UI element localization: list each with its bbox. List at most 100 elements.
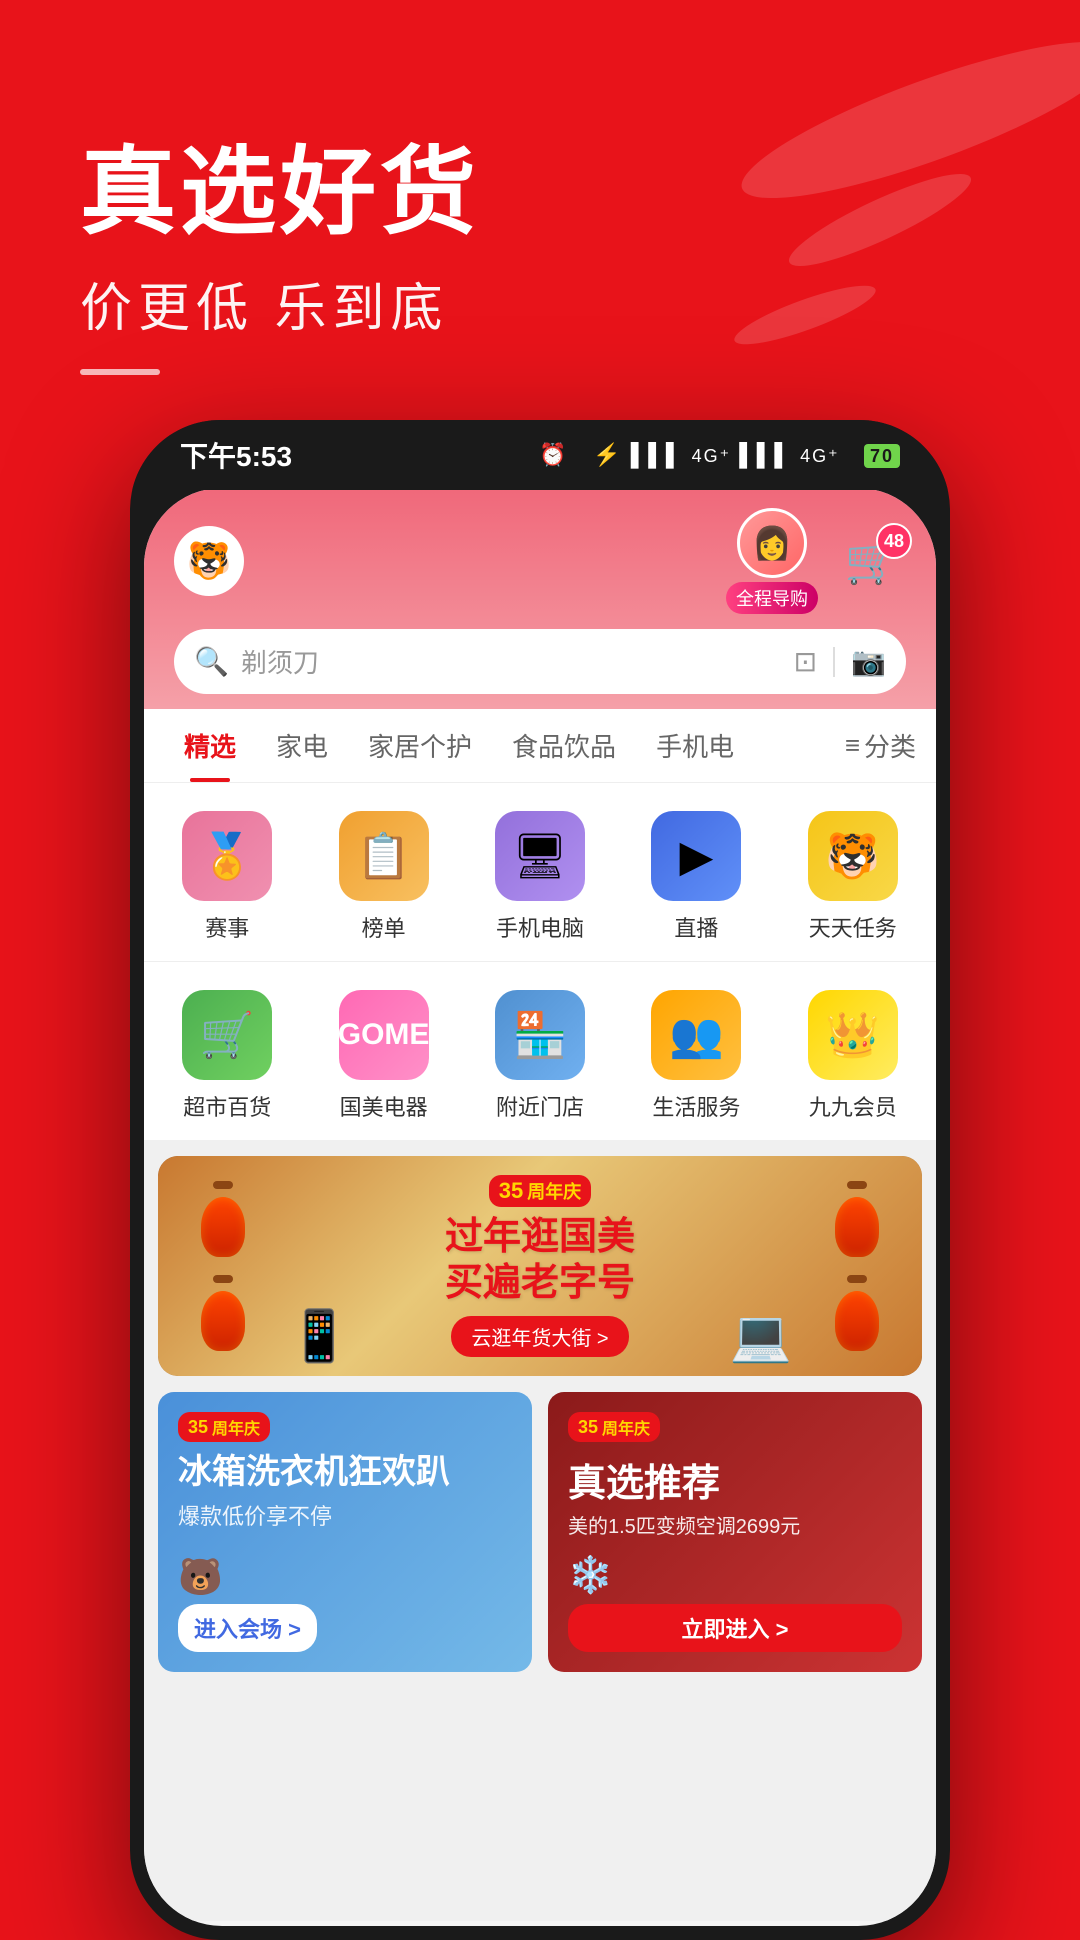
- header-top: 🐯 👩 全程导购 🛒: [174, 508, 906, 614]
- shortcut-item-daily-task[interactable]: 🐯 天天任务: [780, 803, 926, 951]
- app-header: 🐯 👩 全程导购 🛒: [144, 488, 936, 709]
- shortcut-item-gome[interactable]: GOME 国美电器: [310, 982, 456, 1130]
- product-cards-row: 35 周年庆 冰箱洗衣机狂欢趴 爆款低价享不停 🐻 进入会场 >: [144, 1392, 936, 1686]
- nearby-store-icon: 🏪: [513, 1009, 568, 1061]
- card-left-tag: 35 周年庆: [178, 1412, 270, 1442]
- status-icons: ⏰ ⚡ ▌▌▌ 4G⁺ ▌▌▌ 4G⁺ 70: [539, 442, 900, 468]
- life-service-label: 生活服务: [652, 1090, 740, 1122]
- banner-anniversary-tag: 35 周年庆: [489, 1175, 591, 1207]
- gome-label: 国美电器: [340, 1090, 428, 1122]
- app-logo: 🐯: [174, 526, 244, 596]
- menu-icon: ≡: [845, 730, 860, 761]
- product-card-recommended[interactable]: 35 周年庆 真选推荐 美的1.5匹变频空调2699元 ❄️ 立即进入 >: [548, 1392, 922, 1672]
- shortcut-item-life-service[interactable]: 👥 生活服务: [623, 982, 769, 1130]
- shortcut-item-contest[interactable]: 🏅 赛事: [154, 803, 300, 951]
- battery-indicator: 70: [864, 444, 900, 468]
- card-right-btn[interactable]: 立即进入 >: [568, 1604, 902, 1652]
- network-label-2: 4G⁺: [800, 446, 840, 466]
- logo-mascot: 🐯: [187, 540, 232, 582]
- card-right-content: 35 周年庆 真选推荐 美的1.5匹变频空调2699元 ❄️ 立即进入 >: [548, 1392, 922, 1672]
- daily-task-label: 天天任务: [809, 911, 897, 943]
- hero-title: 真选好货: [80, 140, 480, 246]
- lantern-right-2: [835, 1291, 879, 1351]
- header-actions: 👩 全程导购 🛒 48: [726, 508, 906, 614]
- shortcut-grid-row1: 🏅 赛事 📋 榜单 🖥 手机电脑: [144, 783, 936, 961]
- camera-search-icon[interactable]: 📷: [851, 645, 886, 678]
- shortcut-item-live[interactable]: ▶ 直播: [623, 803, 769, 951]
- hero-divider: [80, 369, 160, 375]
- guide-label: 全程导购: [726, 582, 818, 614]
- banner-right-decor: [792, 1156, 922, 1376]
- vip-member-label: 九九会员: [809, 1090, 897, 1122]
- vip-member-icon: 👑: [825, 1009, 880, 1061]
- alarm-icon: ⏰: [539, 442, 568, 467]
- search-actions: ⊡ 📷: [794, 645, 886, 678]
- qr-scan-icon[interactable]: ⊡: [794, 645, 817, 678]
- ranking-label: 榜单: [362, 911, 406, 943]
- card-left-content: 35 周年庆 冰箱洗衣机狂欢趴 爆款低价享不停 🐻 进入会场 >: [158, 1392, 532, 1672]
- banner-left-decor: [158, 1156, 288, 1376]
- shortcut-item-supermarket[interactable]: 🛒 超市百货: [154, 982, 300, 1130]
- banner-content: 35 周年庆 过年逛国美 买遍老字号 云逛年货大街 >: [445, 1175, 635, 1357]
- live-label: 直播: [674, 911, 718, 943]
- shortcut-item-nearby-store[interactable]: 🏪 附近门店: [467, 982, 613, 1130]
- ranking-icon-bg: 📋: [339, 811, 429, 901]
- ranking-icon: 📋: [356, 830, 411, 882]
- bluetooth-icon: ⚡: [593, 442, 622, 467]
- tab-appliance[interactable]: 家电: [256, 709, 348, 782]
- shortcut-item-ranking[interactable]: 📋 榜单: [310, 803, 456, 951]
- decoration-streak-3: [729, 275, 880, 354]
- card-left-mascot: 🐻: [178, 1556, 512, 1598]
- card-left-subtitle: 爆款低价享不停: [178, 1499, 512, 1531]
- main-banner[interactable]: 35 周年庆 过年逛国美 买遍老字号 云逛年货大街 > 📱 💻: [158, 1156, 922, 1376]
- search-divider: [833, 647, 835, 677]
- card-right-top: 35 周年庆 真选推荐 美的1.5匹变频空调2699元: [568, 1412, 902, 1541]
- phone-mockup: 下午5:53 ⏰ ⚡ ▌▌▌ 4G⁺ ▌▌▌ 4G⁺ 70 🐯: [130, 420, 950, 1940]
- live-icon: ▶: [679, 831, 713, 882]
- banner-title-line2: 买遍老字号: [445, 1261, 635, 1307]
- banner-cta-button[interactable]: 云逛年货大街 >: [451, 1316, 628, 1357]
- guide-person-icon: 👩: [752, 524, 792, 562]
- card-right-product-image: ❄️: [568, 1554, 902, 1596]
- contest-label: 赛事: [205, 911, 249, 943]
- search-icon: 🔍: [194, 645, 229, 678]
- lantern-rope-2: [213, 1275, 233, 1283]
- shortcut-item-phone-pc[interactable]: 🖥 手机电脑: [467, 803, 613, 951]
- banner-phone-image: 📱: [288, 1307, 350, 1366]
- cart-button[interactable]: 🛒 48: [838, 527, 906, 595]
- phone-screen: 🐯 👩 全程导购 🛒: [144, 488, 936, 1926]
- tab-featured[interactable]: 精选: [164, 709, 256, 782]
- supermarket-label: 超市百货: [183, 1090, 271, 1122]
- tab-phone[interactable]: 手机电: [636, 709, 754, 782]
- tab-food[interactable]: 食品饮品: [492, 709, 636, 782]
- signal-icon-1: ▌▌▌: [631, 442, 684, 467]
- tab-home-care[interactable]: 家居个护: [348, 709, 492, 782]
- shortcut-grid-row2: 🛒 超市百货 GOME 国美电器 🏪 附近门店: [144, 961, 936, 1140]
- nav-more-label: 分类: [864, 727, 916, 764]
- scrollable-content[interactable]: 🏅 赛事 📋 榜单 🖥 手机电脑: [144, 783, 936, 1921]
- guide-button[interactable]: 👩 全程导购: [726, 508, 818, 614]
- phone-frame: 下午5:53 ⏰ ⚡ ▌▌▌ 4G⁺ ▌▌▌ 4G⁺ 70 🐯: [130, 420, 950, 1940]
- hero-subtitle: 价更低 乐到底: [80, 266, 480, 341]
- lantern-left-1: [201, 1197, 245, 1257]
- vip-member-icon-bg: 👑: [808, 990, 898, 1080]
- nav-more-button[interactable]: ≡ 分类: [845, 727, 916, 764]
- life-service-icon: 👥: [669, 1009, 724, 1061]
- network-label-1: 4G⁺: [692, 446, 732, 466]
- search-placeholder: 剃须刀: [241, 643, 782, 680]
- search-bar[interactable]: 🔍 剃须刀 ⊡ 📷: [174, 629, 906, 694]
- hero-section: 真选好货 价更低 乐到底: [80, 140, 480, 375]
- supermarket-icon-bg: 🛒: [182, 990, 272, 1080]
- lantern-rope-r2: [847, 1275, 867, 1283]
- nearby-store-label: 附近门店: [496, 1090, 584, 1122]
- live-icon-bg: ▶: [651, 811, 741, 901]
- lantern-right-1: [835, 1197, 879, 1257]
- lantern-rope-1: [213, 1181, 233, 1189]
- product-card-fridge-washer[interactable]: 35 周年庆 冰箱洗衣机狂欢趴 爆款低价享不停 🐻 进入会场 >: [158, 1392, 532, 1672]
- card-left-btn[interactable]: 进入会场 >: [178, 1604, 317, 1652]
- shortcut-item-vip-member[interactable]: 👑 九九会员: [780, 982, 926, 1130]
- contest-icon-bg: 🏅: [182, 811, 272, 901]
- guide-avatar: 👩: [737, 508, 807, 578]
- status-time: 下午5:53: [180, 435, 292, 475]
- phone-pc-icon-bg: 🖥: [495, 811, 585, 901]
